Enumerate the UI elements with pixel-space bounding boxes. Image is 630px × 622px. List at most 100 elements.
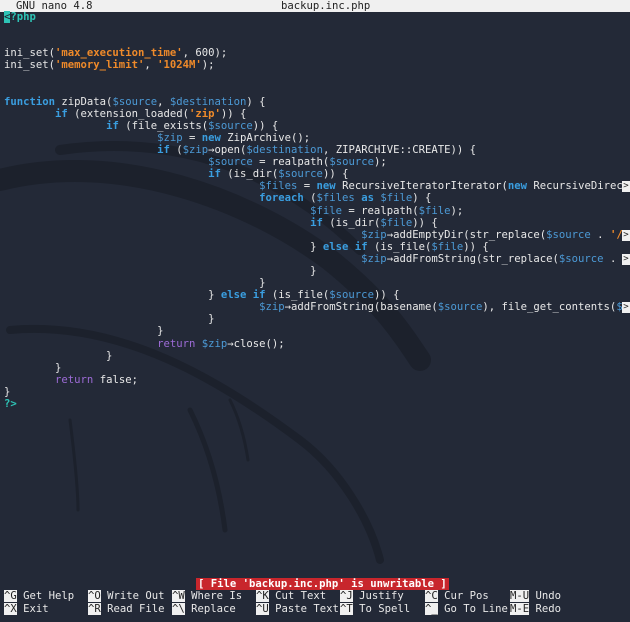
code-line[interactable]: $zip→addFromString(basename($source), fi… bbox=[4, 301, 630, 314]
code-token: ); bbox=[450, 204, 464, 217]
code-token: } bbox=[4, 313, 215, 326]
code-token: →addFromString(str_replace( bbox=[386, 252, 559, 265]
code-token: new bbox=[201, 131, 221, 144]
code-line[interactable]: $files = new RecursiveIteratorIterator(n… bbox=[4, 180, 630, 193]
code-token: ?> bbox=[4, 398, 17, 410]
code-line[interactable]: } bbox=[4, 386, 630, 398]
code-token: $zip bbox=[259, 301, 285, 314]
code-token: $file bbox=[380, 216, 413, 229]
code-line[interactable]: } bbox=[4, 350, 630, 362]
code-token: ), file_get_contents( bbox=[482, 301, 617, 314]
code-line[interactable]: } else if (is_file($file)) { bbox=[4, 241, 630, 253]
code-line[interactable]: $zip→addFromString(str_replace($source .… bbox=[4, 253, 630, 265]
shortcut-write-out[interactable]: ^O Write Out bbox=[88, 590, 165, 602]
code-token: $file bbox=[418, 204, 451, 217]
code-token: $destination bbox=[246, 144, 323, 157]
code-token: = realpath( bbox=[342, 204, 419, 217]
code-line[interactable]: $zip = new ZipArchive(); bbox=[4, 132, 630, 144]
code-token: $source bbox=[112, 95, 158, 108]
code-line[interactable] bbox=[4, 23, 630, 35]
code-line[interactable]: } bbox=[4, 313, 630, 325]
code-line[interactable]: if (file_exists($source)) { bbox=[4, 120, 630, 132]
shortcut-key: ^W bbox=[172, 590, 185, 602]
shortcut-key: ^G bbox=[4, 590, 17, 602]
code-token: new bbox=[507, 180, 528, 193]
code-token: $source bbox=[329, 289, 374, 302]
code-line[interactable]: return false; bbox=[4, 374, 630, 386]
code-line[interactable]: if ($zip→open($destination, ZIPARCHIVE::… bbox=[4, 144, 630, 156]
code-token: ini_set( bbox=[4, 59, 56, 72]
shortcut-get-help[interactable]: ^G Get Help bbox=[4, 590, 74, 602]
code-line[interactable]: function zipData($source, $destination) … bbox=[4, 96, 630, 108]
code-token: →close(); bbox=[227, 337, 285, 350]
code-token: $destination bbox=[169, 95, 247, 108]
code-line[interactable]: $source = realpath($source); bbox=[4, 156, 630, 168]
shortcut-where-is[interactable]: ^W Where Is bbox=[172, 590, 242, 602]
code-line[interactable] bbox=[4, 71, 630, 83]
code-token: zipData( bbox=[55, 95, 113, 108]
code-line[interactable]: } bbox=[4, 265, 630, 277]
shortcut-label: Redo bbox=[529, 602, 562, 615]
code-token: (is_file( bbox=[265, 289, 330, 302]
code-line[interactable]: } bbox=[4, 325, 630, 337]
shortcut-label: Exit bbox=[16, 602, 49, 615]
shortcut-read-file[interactable]: ^R Read File bbox=[88, 602, 165, 615]
code-token: $zip bbox=[201, 337, 228, 350]
code-token: return bbox=[157, 337, 196, 350]
shortcut-go-to-line[interactable]: ^_ Go To Line bbox=[425, 602, 508, 615]
code-token: = bbox=[182, 131, 202, 144]
shortcut-justify[interactable]: ^J Justify bbox=[340, 590, 404, 602]
shortcut-label: Paste Text bbox=[268, 602, 339, 615]
code-token: } bbox=[4, 325, 164, 338]
code-line[interactable]: ini_set('memory_limit', '1024M'); bbox=[4, 59, 630, 71]
code-token: $files bbox=[316, 192, 355, 205]
code-token: , ZIPARCHIVE::CREATE)) { bbox=[322, 144, 477, 157]
code-token: ( bbox=[303, 192, 317, 205]
code-token: $files bbox=[259, 180, 298, 193]
code-line[interactable]: if (is_dir($source)) { bbox=[4, 168, 630, 180]
code-line[interactable]: <?php bbox=[4, 11, 630, 23]
shortcut-to-spell[interactable]: ^T To Spell bbox=[340, 602, 410, 615]
code-line[interactable]: } bbox=[4, 277, 630, 289]
shortcut-replace[interactable]: ^\ Replace bbox=[172, 602, 236, 615]
code-line[interactable]: if (is_dir($file)) { bbox=[4, 217, 630, 229]
shortcut-undo[interactable]: M-U Undo bbox=[510, 590, 561, 602]
code-line[interactable]: $file = realpath($file); bbox=[4, 205, 630, 217]
code-token: new bbox=[316, 180, 336, 193]
code-token: $source bbox=[437, 301, 483, 314]
shortcut-key: ^O bbox=[88, 590, 101, 602]
code-line[interactable]: $zip→addEmptyDir(str_replace($source . '… bbox=[4, 229, 630, 241]
code-token: 'memory_limit' bbox=[55, 59, 145, 72]
code-line[interactable] bbox=[4, 84, 630, 96]
shortcut-paste-text[interactable]: ^U Paste Text bbox=[256, 602, 339, 615]
code-line[interactable] bbox=[4, 35, 630, 47]
shortcut-cut-text[interactable]: ^K Cut Text bbox=[256, 590, 326, 602]
code-line[interactable]: } bbox=[4, 362, 630, 374]
code-token: . bbox=[603, 252, 623, 265]
code-line[interactable]: } else if (is_file($source)) { bbox=[4, 289, 630, 301]
code-token: )) { bbox=[220, 107, 247, 120]
code-token: →addFromString(basename( bbox=[284, 301, 438, 314]
shortcut-exit[interactable]: ^X Exit bbox=[4, 602, 49, 615]
code-token: $file bbox=[310, 204, 343, 217]
shortcut-key: ^X bbox=[4, 602, 17, 615]
line-truncated-indicator: > bbox=[622, 181, 630, 193]
code-token: 'zip' bbox=[188, 107, 221, 120]
line-truncated-indicator: > bbox=[622, 253, 630, 265]
code-line[interactable]: ini_set('max_execution_time', 600); bbox=[4, 47, 630, 59]
code-token: if bbox=[208, 168, 221, 181]
code-line[interactable]: ?> bbox=[4, 398, 630, 410]
shortcut-redo[interactable]: M-E Redo bbox=[510, 602, 562, 615]
code-token: else if bbox=[220, 289, 266, 302]
code-token: 'max_execution_time' bbox=[55, 47, 183, 60]
code-line[interactable]: return $zip→close(); bbox=[4, 338, 630, 350]
shortcut-cur-pos[interactable]: ^C Cur Pos bbox=[425, 590, 489, 602]
code-line[interactable]: if (extension_loaded('zip')) { bbox=[4, 108, 630, 120]
shortcut-key: ^_ bbox=[425, 602, 438, 615]
code-line[interactable]: foreach ($files as $file) { bbox=[4, 192, 630, 204]
editor-buffer[interactable]: <?php ini_set('max_execution_time', 600);… bbox=[4, 11, 630, 410]
